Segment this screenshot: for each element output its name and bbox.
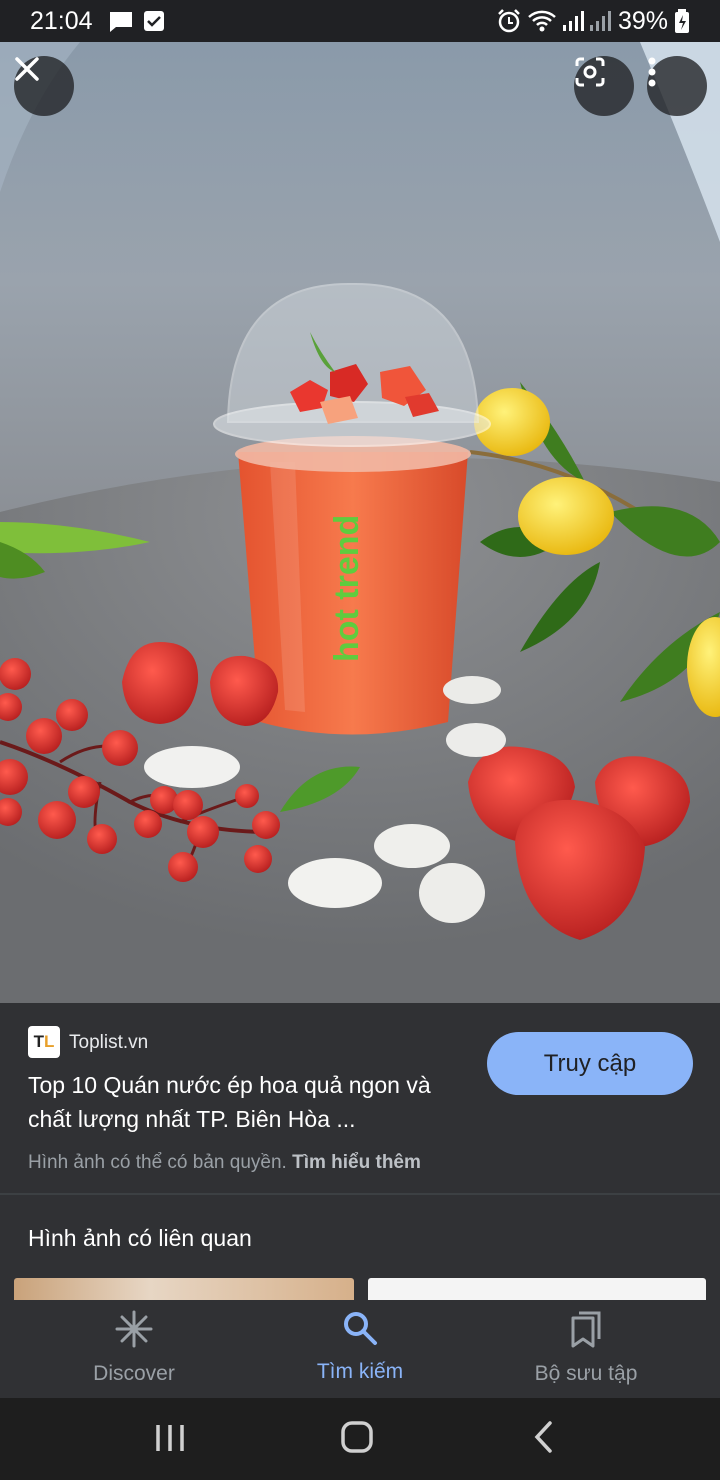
lens-icon bbox=[575, 57, 605, 87]
message-icon bbox=[110, 12, 132, 32]
nav-search[interactable]: Tìm kiếm bbox=[260, 1310, 460, 1390]
home-icon[interactable] bbox=[340, 1420, 374, 1454]
back-icon[interactable] bbox=[532, 1420, 556, 1454]
lens-button[interactable] bbox=[574, 56, 634, 116]
image-preview[interactable]: hot trend bbox=[0, 42, 720, 1003]
copyright-notice: Hình ảnh có thể có bản quyền. Tìm hiểu t… bbox=[28, 1152, 421, 1174]
nav-discover[interactable]: Discover bbox=[34, 1310, 234, 1390]
signal-icon-2 bbox=[590, 11, 611, 31]
search-icon bbox=[344, 1312, 377, 1345]
alarm-icon bbox=[498, 9, 520, 33]
checkbox-icon bbox=[144, 11, 164, 31]
cup-logo-text: hot trend bbox=[328, 515, 366, 662]
status-time: 21:04 bbox=[30, 7, 93, 35]
nav-collections-label: Bộ sưu tập bbox=[534, 1362, 638, 1385]
more-icon bbox=[648, 57, 656, 87]
visit-button[interactable]: Truy cập bbox=[487, 1032, 693, 1095]
asterisk-icon bbox=[115, 1310, 153, 1348]
signal-icon bbox=[563, 11, 584, 31]
collections-icon bbox=[571, 1311, 601, 1348]
battery-icon bbox=[675, 9, 689, 33]
nav-discover-label: Discover bbox=[93, 1362, 175, 1385]
wifi-icon bbox=[528, 10, 556, 32]
related-image-thumbnail[interactable] bbox=[368, 1278, 706, 1300]
system-navigation-bar bbox=[0, 1398, 720, 1480]
recents-icon[interactable] bbox=[154, 1422, 186, 1454]
status-bar: 21:04 39% bbox=[0, 0, 720, 42]
favicon-letters: TL bbox=[33, 1032, 55, 1051]
battery-percent: 39% bbox=[617, 7, 668, 35]
source-favicon: TL bbox=[28, 1026, 60, 1058]
close-button[interactable] bbox=[14, 56, 74, 116]
related-image-thumbnail[interactable] bbox=[14, 1278, 354, 1300]
nav-collections[interactable]: Bộ sưu tập bbox=[486, 1310, 686, 1390]
copyright-text: Hình ảnh có thể có bản quyền. bbox=[28, 1152, 287, 1173]
result-title[interactable]: Top 10 Quán nước ép hoa quả ngon và chất… bbox=[28, 1068, 468, 1136]
close-icon bbox=[15, 57, 39, 81]
nav-search-label: Tìm kiếm bbox=[316, 1360, 404, 1383]
source-name[interactable]: Toplist.vn bbox=[69, 1032, 148, 1054]
related-heading: Hình ảnh có liên quan bbox=[28, 1225, 252, 1251]
learn-more-link[interactable]: Tìm hiểu thêm bbox=[292, 1152, 421, 1173]
more-options-button[interactable] bbox=[647, 56, 707, 116]
